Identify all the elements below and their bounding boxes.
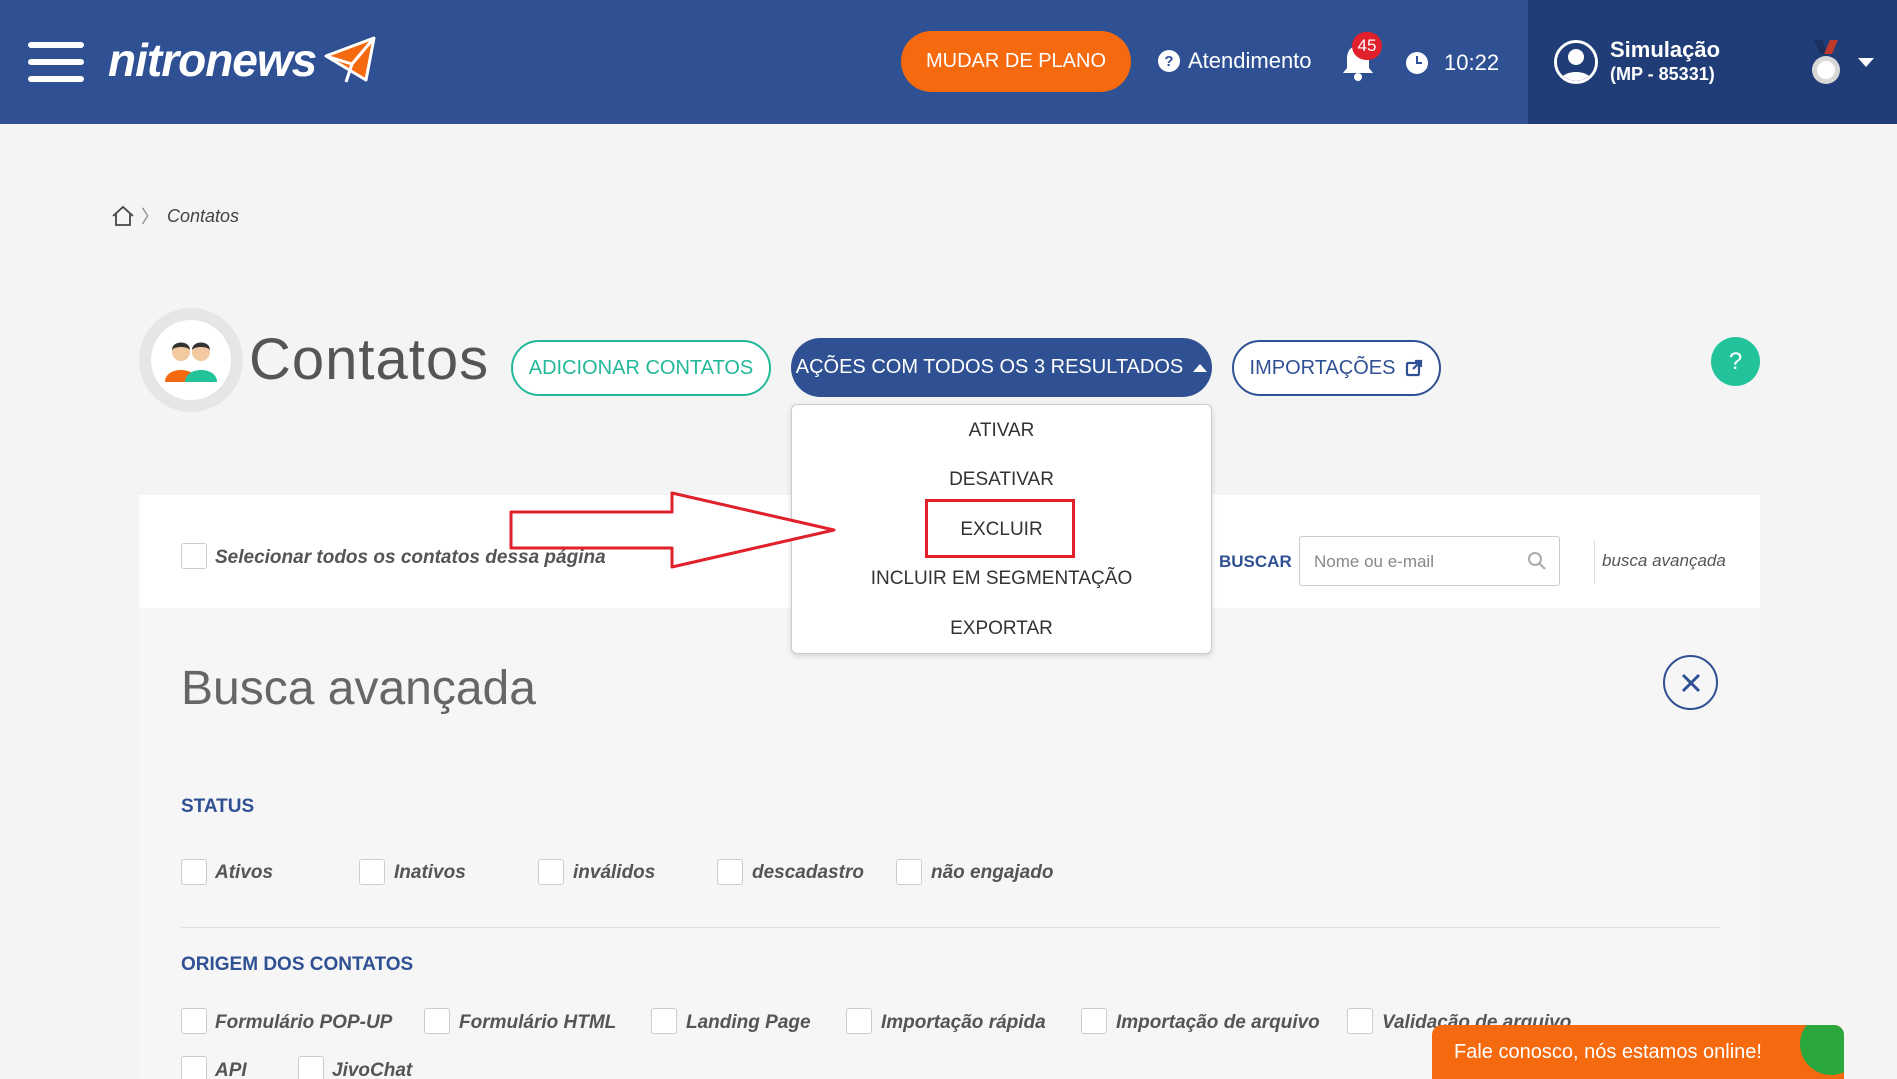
origin-option-label: API: [215, 1060, 247, 1079]
origin-checkbox-quick-import[interactable]: [846, 1008, 872, 1034]
change-plan-button[interactable]: MUDAR DE PLANO: [901, 31, 1131, 92]
bulk-actions-button[interactable]: AÇÕES COM TODOS OS 3 RESULTADOS: [791, 338, 1212, 397]
status-option-label: descadastro: [752, 862, 864, 883]
online-indicator: [1800, 1025, 1844, 1075]
highlight-annotation: [925, 499, 1075, 558]
status-group-label: STATUS: [181, 796, 255, 817]
envelope-logo-icon: [324, 36, 376, 83]
menu-icon[interactable]: [28, 42, 84, 82]
origin-checkbox-file-validation[interactable]: [1347, 1008, 1373, 1034]
search-icon[interactable]: [1527, 551, 1547, 571]
breadcrumb-separator: 〉: [141, 207, 159, 227]
add-contacts-button[interactable]: ADICIONAR CONTATOS: [511, 340, 771, 396]
origin-group-label: ORIGEM DOS CONTATOS: [181, 954, 414, 975]
origin-checkbox-file-import[interactable]: [1081, 1008, 1107, 1034]
advanced-search-link[interactable]: busca avançada: [1602, 551, 1726, 571]
search-input[interactable]: [1314, 549, 1514, 575]
imports-button[interactable]: IMPORTAÇÕES: [1232, 340, 1441, 396]
status-checkbox-inativos[interactable]: [359, 859, 385, 885]
search-field[interactable]: [1299, 536, 1560, 586]
origin-checkbox-landing[interactable]: [651, 1008, 677, 1034]
menu-item-desativar[interactable]: DESATIVAR: [792, 469, 1211, 491]
external-link-icon: [1406, 359, 1423, 377]
status-option-label: Ativos: [215, 862, 274, 883]
menu-item-ativar[interactable]: ATIVAR: [792, 420, 1211, 442]
chat-label: Fale conosco, nós estamos online!: [1454, 1040, 1762, 1063]
avatar[interactable]: [1554, 40, 1598, 84]
bulk-actions-label: AÇÕES COM TODOS OS 3 RESULTADOS: [795, 356, 1184, 378]
user-icon: [1557, 43, 1595, 81]
support-label: Atendimento: [1188, 48, 1312, 73]
notification-badge: 45: [1352, 32, 1382, 60]
page-title: Contatos: [249, 327, 490, 392]
origin-option-label: Importação de arquivo: [1116, 1012, 1320, 1033]
section-divider: [181, 927, 1720, 928]
logo[interactable]: nitronews: [108, 30, 382, 90]
close-icon: [1681, 673, 1700, 692]
close-button[interactable]: [1663, 655, 1718, 710]
logo-text: nitronews: [108, 34, 317, 86]
question-icon: ?: [1158, 50, 1180, 72]
origin-checkbox-api[interactable]: [181, 1056, 207, 1079]
caret-up-icon: [1193, 363, 1208, 372]
divider: [1594, 540, 1595, 584]
clock-icon: [1406, 52, 1428, 74]
chevron-down-icon[interactable]: [1858, 58, 1874, 67]
origin-option-label: Landing Page: [686, 1012, 811, 1033]
clock: 10:22: [1406, 50, 1499, 76]
origin-option-label: Importação rápida: [881, 1012, 1046, 1033]
menu-item-segmentacao[interactable]: INCLUIR EM SEGMENTAÇÃO: [792, 568, 1211, 590]
origin-option-label: Formulário HTML: [459, 1012, 617, 1033]
status-option-label: Inativos: [394, 862, 466, 883]
select-all-checkbox[interactable]: [181, 543, 207, 569]
chat-widget[interactable]: Fale conosco, nós estamos online!: [1432, 1025, 1844, 1079]
breadcrumb-current: Contatos: [167, 205, 240, 226]
status-checkbox-ativos[interactable]: [181, 859, 207, 885]
menu-item-exportar[interactable]: EXPORTAR: [792, 618, 1211, 640]
user-name[interactable]: Simulação: [1610, 38, 1720, 62]
status-checkbox-descadastro[interactable]: [717, 859, 743, 885]
status-option-label: não engajado: [931, 862, 1054, 883]
status-checkbox-nao-engajado[interactable]: [896, 859, 922, 885]
search-label: BUSCAR: [1219, 552, 1292, 571]
user-account-id: (MP - 85331): [1610, 64, 1715, 84]
support-link[interactable]: ? Atendimento: [1158, 48, 1312, 74]
medal-icon[interactable]: [1808, 40, 1844, 86]
clock-time: 10:22: [1444, 50, 1500, 75]
origin-option-label: JivoChat: [332, 1060, 413, 1079]
status-option-label: inválidos: [573, 862, 656, 883]
contacts-icon: [139, 308, 243, 412]
advanced-search-title: Busca avançada: [181, 662, 536, 715]
status-checkbox-invalidos[interactable]: [538, 859, 564, 885]
arrow-annotation-icon: [509, 491, 836, 569]
imports-label: IMPORTAÇÕES: [1249, 356, 1396, 379]
breadcrumb: 〉 Contatos: [111, 203, 239, 229]
origin-option-label: Formulário POP-UP: [215, 1012, 393, 1033]
origin-checkbox-popup[interactable]: [181, 1008, 207, 1034]
origin-checkbox-jivochat[interactable]: [298, 1056, 324, 1079]
origin-checkbox-html[interactable]: [424, 1008, 450, 1034]
home-icon[interactable]: [111, 205, 135, 227]
help-button[interactable]: ?: [1711, 337, 1760, 386]
